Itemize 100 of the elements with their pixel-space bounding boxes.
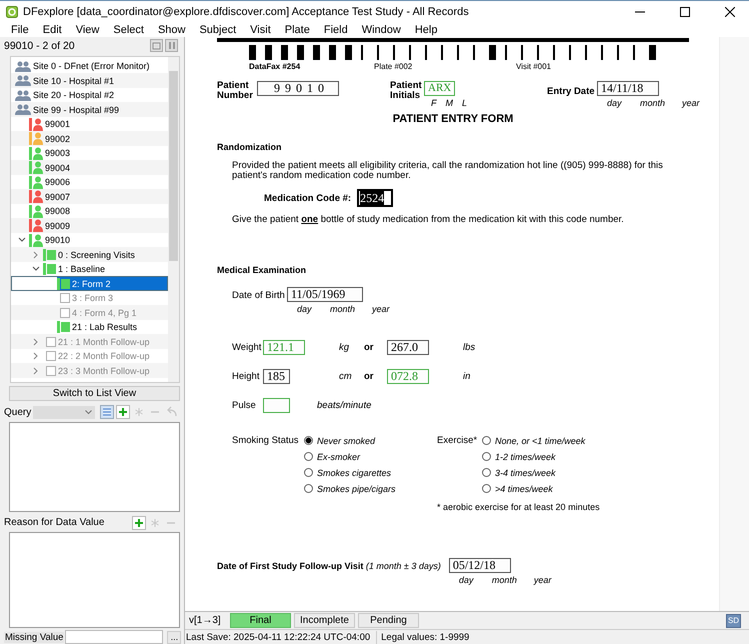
tree-item[interactable]: 99004 xyxy=(11,160,168,175)
radio-button[interactable] xyxy=(482,484,491,493)
status-button[interactable]: Pending xyxy=(358,613,419,628)
radio-button[interactable] xyxy=(482,452,491,461)
status-button[interactable]: Incomplete xyxy=(294,613,355,628)
chevron-right-icon[interactable] xyxy=(33,352,39,360)
tree-item[interactable]: Site 10 - Hospital #1 xyxy=(11,73,168,88)
menu-item[interactable]: Help xyxy=(408,24,444,36)
measurement-field[interactable]: 121.1 xyxy=(263,340,305,355)
missing-value-field[interactable] xyxy=(65,630,164,644)
close-icon[interactable] xyxy=(725,6,735,16)
reason-label: Reason for Data Value xyxy=(4,517,104,528)
option-label: 1-2 times/week xyxy=(495,452,556,462)
menu-item[interactable]: File xyxy=(4,24,36,36)
radio-button[interactable] xyxy=(304,436,313,445)
field-hint: day xyxy=(458,575,475,585)
measurement-field[interactable]: 267.0 xyxy=(387,340,429,355)
visit-label: Visit #001 xyxy=(516,62,551,71)
calendar-icon[interactable] xyxy=(150,39,163,52)
menu-item[interactable]: Select xyxy=(106,24,151,36)
radio-button[interactable] xyxy=(482,468,491,477)
radio-button[interactable] xyxy=(304,452,313,461)
field-label: Patient Initials xyxy=(390,81,423,100)
chevron-right-icon[interactable] xyxy=(33,366,39,375)
tree-item[interactable]: Site 20 - Hospital #2 xyxy=(11,88,168,102)
tree-item[interactable]: 2: Form 2 xyxy=(11,276,168,291)
group-icon xyxy=(15,104,31,116)
footnote: * aerobic exercise for at least 20 minutes xyxy=(437,502,600,512)
add-icon[interactable] xyxy=(116,405,130,420)
radio-button[interactable] xyxy=(482,436,491,445)
field-hint: month xyxy=(640,98,666,108)
menu-item[interactable]: Edit xyxy=(36,24,69,36)
field-hint: year xyxy=(534,575,552,585)
field-hint: month xyxy=(330,304,356,314)
field-label: Date of Birth xyxy=(232,290,286,301)
switch-view-button[interactable]: Switch to List View xyxy=(9,386,180,401)
field-hint: day xyxy=(607,98,623,108)
chevron-right-icon[interactable] xyxy=(33,250,39,259)
radio-button[interactable] xyxy=(304,484,313,493)
date-field[interactable]: 05/12/18 xyxy=(448,558,511,573)
query-text-area[interactable] xyxy=(9,422,180,512)
field-label: Exercise* xyxy=(437,435,478,448)
plate-label: Plate #002 xyxy=(374,62,414,71)
window-title: DFexplore [data_coordinator@explore.dfdiscover.com] Acceptance Test Study - All Records xyxy=(23,6,469,18)
more-button[interactable]: ... xyxy=(167,630,182,644)
field-label: Entry Date xyxy=(547,87,596,96)
tree-item[interactable]: 22 : 2 Month Follow-up xyxy=(11,348,168,364)
scrollbar-thumb[interactable] xyxy=(169,70,178,261)
menu-item[interactable]: Show xyxy=(150,24,192,36)
query-label: Query xyxy=(4,406,32,418)
menu-item[interactable]: Field xyxy=(316,24,355,36)
menu-item[interactable]: Subject xyxy=(192,24,244,36)
field-label: Patient Number xyxy=(217,81,254,100)
tree-item[interactable]: 3 : Form 3 xyxy=(11,290,168,306)
reason-text-area[interactable] xyxy=(9,532,180,628)
medication-code-field[interactable]: 2524 xyxy=(357,189,394,207)
tree-item[interactable]: 21 : Lab Results xyxy=(11,320,168,334)
tree-item[interactable]: 99009 xyxy=(11,218,168,233)
maximize-icon[interactable] xyxy=(680,6,690,16)
section-heading: Medical Examination xyxy=(217,265,308,275)
add-icon[interactable] xyxy=(132,516,146,530)
tree-item[interactable]: 1 : Baseline xyxy=(11,262,168,276)
option-label: >4 times/week xyxy=(495,484,553,494)
menu-item[interactable]: View xyxy=(68,24,106,36)
unit-label: in xyxy=(463,371,470,382)
field-hint: F xyxy=(431,98,436,108)
measurement-field[interactable]: 185 xyxy=(263,369,290,384)
status-button[interactable]: Final xyxy=(230,613,291,628)
field-hint: month xyxy=(492,575,518,585)
tree-item[interactable]: 0 : Screening Visits xyxy=(11,247,168,262)
initials-field[interactable]: ARX xyxy=(424,81,455,96)
date-field[interactable]: 14/11/18 xyxy=(597,81,660,96)
menu-item[interactable]: Plate xyxy=(278,24,317,36)
field-label: Weight xyxy=(232,342,262,353)
menu-item[interactable]: Visit xyxy=(243,24,278,36)
chevron-down-icon[interactable] xyxy=(32,266,40,272)
tree-item[interactable]: 99007 xyxy=(11,189,168,204)
chevron-down-icon[interactable] xyxy=(18,237,26,244)
list-icon[interactable] xyxy=(100,405,114,420)
field-label: Pulse xyxy=(232,400,257,411)
pause-icon[interactable] xyxy=(165,39,178,52)
option-label: None, or <1 time/week xyxy=(495,436,586,446)
missing-value-label: Missing Value xyxy=(4,632,64,643)
tree-item[interactable]: Site 0 - DFnet (Error Monitor) xyxy=(11,58,168,74)
instruction-text: Provided the patient meets all eligibility criteria, call the randomization hot line ((905) 999-8888) for this patient's random medication code number. xyxy=(232,161,664,181)
tree-item[interactable]: 99001 xyxy=(11,116,168,132)
tree-item[interactable]: 99006 xyxy=(11,174,168,190)
or-label: or xyxy=(364,371,374,382)
patient-number-field[interactable]: 9 9 0 1 0 xyxy=(257,81,339,96)
radio-button[interactable] xyxy=(304,468,313,477)
tree-item[interactable]: 99003 xyxy=(11,146,168,160)
menu-item[interactable]: Window xyxy=(354,24,408,36)
tree-item[interactable]: Site 99 - Hospital #99 xyxy=(11,102,168,117)
tree-item[interactable]: 99010 xyxy=(11,232,168,248)
measurement-field[interactable]: 072.8 xyxy=(387,369,429,384)
tree-item[interactable]: 99008 xyxy=(11,204,168,218)
pulse-field[interactable] xyxy=(263,398,290,413)
chevron-right-icon[interactable] xyxy=(33,338,39,346)
tree-item[interactable]: 99002 xyxy=(11,131,168,146)
date-field[interactable]: 11/05/1969 xyxy=(287,287,363,302)
